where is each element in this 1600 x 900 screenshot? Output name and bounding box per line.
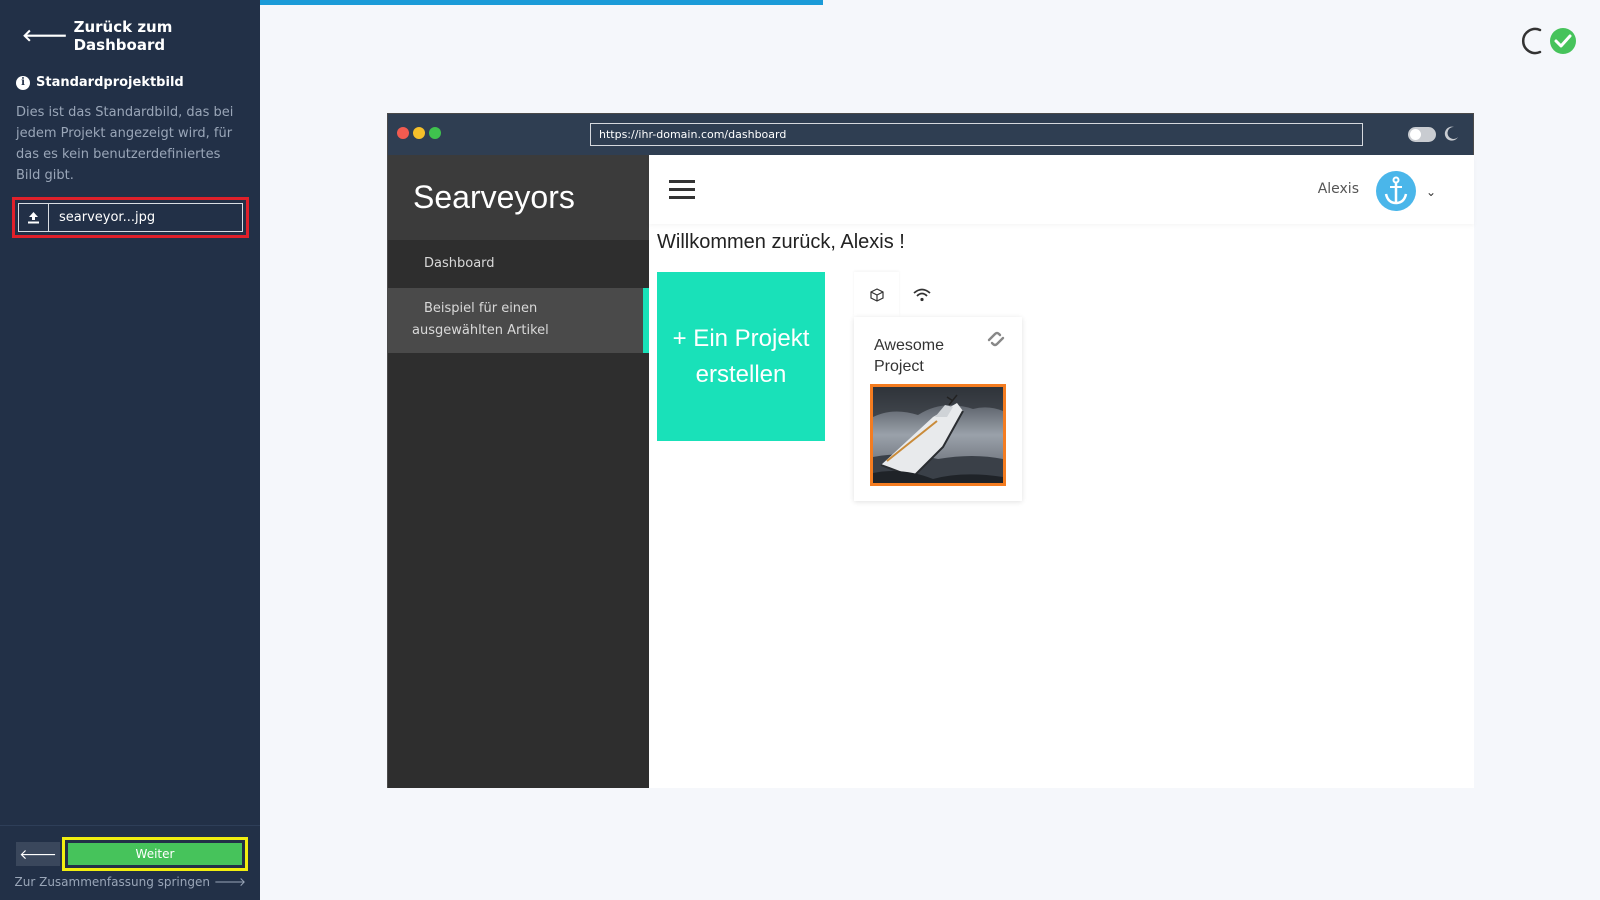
next-button[interactable]: Weiter	[68, 843, 242, 865]
file-name: searveyor...jpg	[59, 210, 156, 225]
tab-cube[interactable]	[854, 272, 899, 317]
create-project-button[interactable]: + Ein Projekt erstellen	[657, 272, 825, 441]
ship-image	[873, 387, 1003, 483]
minimize-dot	[413, 127, 425, 139]
project-tabs	[854, 272, 944, 317]
wizard-progress-bar	[260, 0, 1600, 5]
wifi-icon	[912, 288, 931, 301]
create-project-line2: erstellen	[695, 360, 787, 388]
url-bar[interactable]: https://ihr-domain.com/dashboard	[590, 123, 1363, 146]
sidebar-item-label: Dashboard	[424, 256, 495, 271]
browser-toolbar: https://ihr-domain.com/dashboard	[388, 114, 1473, 155]
close-dot	[397, 127, 409, 139]
arrow-right-icon: 🡒	[213, 875, 246, 889]
spinner-check-icon	[1522, 27, 1576, 55]
next-button-highlight: Weiter	[62, 837, 248, 871]
cube-icon	[869, 287, 884, 302]
sidebar-item-selected-article[interactable]: Beispiel für einen ausgewählten Artikel	[388, 288, 649, 353]
project-thumbnail	[870, 384, 1006, 486]
user-name: Alexis	[1317, 181, 1359, 197]
project-title: Awesome Project	[874, 337, 944, 375]
back-to-dashboard-link[interactable]: 🡐 Zurück zum Dashboard	[22, 18, 260, 54]
settings-panel: 🡐 Zurück zum Dashboard i Standardprojekt…	[0, 0, 260, 900]
section-title-label: Standardprojektbild	[36, 75, 184, 90]
section-title: i Standardprojektbild	[16, 75, 184, 90]
theme-toggle[interactable]	[1408, 127, 1436, 142]
link-icon[interactable]	[986, 329, 1006, 349]
create-project-line1: + Ein Projekt	[672, 324, 810, 352]
info-icon: i	[16, 75, 30, 90]
wizard-navigation: 🡐 Weiter Zur Zusammenfassung springen 🡒	[0, 825, 260, 900]
skip-to-summary-link[interactable]: Zur Zusammenfassung springen 🡒	[15, 874, 246, 889]
file-upload-field[interactable]: searveyor...jpg	[12, 197, 249, 238]
app-sidebar: Searveyors Dashboard Beispiel für einen …	[388, 155, 649, 788]
upload-icon	[28, 212, 39, 224]
arrow-left-icon: 🡐	[22, 26, 68, 46]
back-to-dashboard-label: Zurück zum Dashboard	[73, 18, 173, 54]
chevron-down-icon[interactable]: ⌄	[1426, 185, 1436, 199]
welcome-heading: Willkommen zurück, Alexis !	[657, 231, 905, 253]
browser-mockup: https://ihr-domain.com/dashboard Searvey…	[387, 113, 1474, 788]
previous-button[interactable]: 🡐	[16, 842, 60, 866]
project-card[interactable]: Awesome Project	[854, 317, 1022, 501]
moon-icon	[1444, 126, 1458, 141]
upload-button[interactable]	[19, 204, 49, 231]
skip-to-summary-label: Zur Zusammenfassung springen	[14, 875, 210, 889]
app-header: Alexis ⌄	[649, 155, 1474, 224]
arrow-left-icon: 🡐	[19, 846, 57, 863]
section-description: Dies ist das Standardbild, das bei jedem…	[16, 105, 234, 183]
avatar[interactable]	[1376, 171, 1416, 211]
progress-fill	[260, 0, 823, 5]
anchor-icon	[1384, 176, 1408, 205]
hamburger-menu-icon[interactable]	[669, 180, 695, 200]
toggle-knob	[1410, 129, 1421, 140]
sidebar-item-label-line2: ausgewählten Artikel	[412, 323, 549, 338]
maximize-dot	[429, 127, 441, 139]
app-brand: Searveyors	[388, 155, 649, 240]
app-main: Alexis ⌄ Willkommen zurück, Alexis ! + E…	[649, 155, 1474, 788]
sidebar-item-label-line1: Beispiel für einen	[424, 301, 538, 316]
sidebar-item-dashboard[interactable]: Dashboard	[388, 240, 649, 288]
tab-wifi[interactable]	[899, 272, 944, 317]
